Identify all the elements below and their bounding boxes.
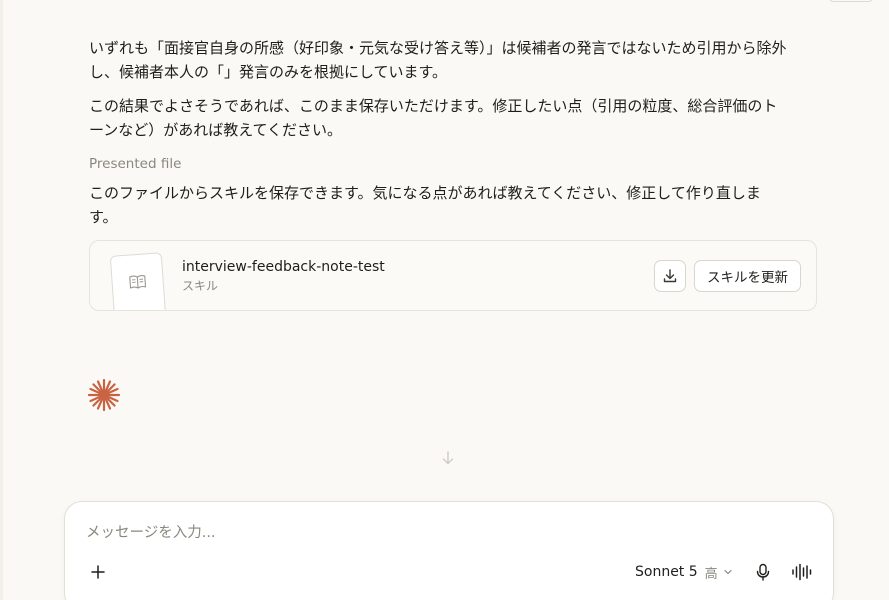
message-input[interactable] <box>86 522 686 544</box>
arrow-down-icon <box>442 451 454 465</box>
chevron-down-icon <box>723 567 733 577</box>
plus-icon <box>91 565 105 579</box>
add-attachment-button[interactable] <box>85 559 111 585</box>
sidebar-edge <box>0 0 3 600</box>
file-thumbnail <box>109 252 167 310</box>
chat-page: いずれも「面接官自身の所感（好印象・元気な受け答え等）」は候補者の発言ではないた… <box>0 0 889 600</box>
microphone-button[interactable] <box>751 559 775 585</box>
model-selector[interactable]: Sonnet 5 高 <box>635 561 733 583</box>
voice-mode-button[interactable] <box>789 559 815 585</box>
message-paragraph: この結果でよさそうであれば、このまま保存いただけます。修正したい点（引用の粒度、… <box>89 97 778 139</box>
book-icon <box>129 274 147 289</box>
file-name: interview-feedback-note-test <box>182 259 385 275</box>
voice-waveform-icon <box>792 563 812 581</box>
presented-file-label: Presented file <box>89 156 182 172</box>
download-icon <box>663 269 677 283</box>
update-skill-button[interactable]: スキルを更新 <box>694 260 801 292</box>
message-paragraph: いずれも「面接官自身の所感（好印象・元気な受け答え等）」は候補者の発言ではないた… <box>89 39 787 81</box>
file-card[interactable]: interview-feedback-note-test スキル スキルを更新 <box>89 240 817 311</box>
model-name: Sonnet 5 <box>635 564 698 580</box>
download-button[interactable] <box>654 260 686 292</box>
top-button-partial[interactable] <box>828 0 874 2</box>
scroll-to-bottom-button[interactable] <box>430 440 466 476</box>
spark-icon <box>87 378 121 412</box>
message-composer: Sonnet 5 高 <box>64 501 834 600</box>
microphone-icon <box>756 563 770 581</box>
model-level: 高 <box>704 566 718 582</box>
message-paragraph: このファイルからスキルを保存できます。気になる点があれば教えてください、修正して… <box>89 184 761 226</box>
assistant-message: いずれも「面接官自身の所感（好印象・元気な受け答え等）」は候補者の発言ではないた… <box>89 36 789 239</box>
file-type: スキル <box>182 279 219 293</box>
